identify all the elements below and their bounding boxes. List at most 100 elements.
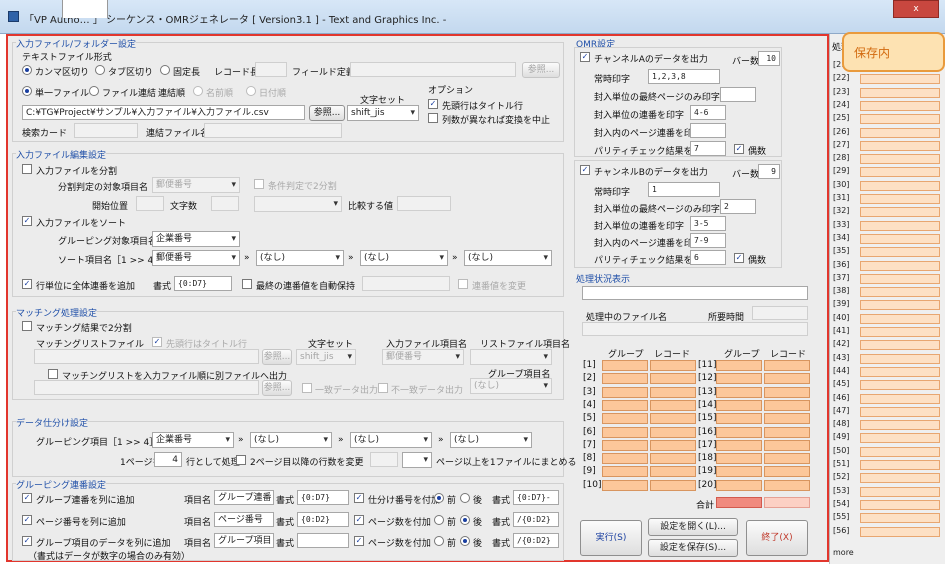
sort-key2-select[interactable]: (なし) <box>256 250 344 266</box>
add-page-count2-checkbox[interactable]: ✓ <box>354 536 364 546</box>
match-header-checkbox[interactable]: ✓ <box>152 337 162 347</box>
match-charset-select[interactable]: shift_jis <box>296 349 356 365</box>
front-radio-1[interactable] <box>434 493 444 503</box>
browse-input-button[interactable]: 参照... <box>309 105 345 121</box>
seq-value-input[interactable] <box>362 276 450 291</box>
tab-radio[interactable] <box>95 65 105 75</box>
autokeep-checkbox[interactable] <box>242 279 252 289</box>
compare-op-select[interactable] <box>254 196 342 212</box>
match-out-checkbox[interactable] <box>302 383 312 393</box>
browse-out-button[interactable]: 参照... <box>262 380 292 396</box>
b-parity-input[interactable]: 6 <box>690 250 726 265</box>
b-lastpage-input[interactable]: 2 <box>720 199 756 214</box>
seq-change-checkbox[interactable] <box>458 279 468 289</box>
page-count2-format-input[interactable]: /{0:D2} <box>513 533 559 548</box>
page-num-checkbox[interactable]: ✓ <box>22 515 32 525</box>
split-target-select[interactable]: 郵便番号 <box>152 177 240 193</box>
front-radio-2[interactable] <box>434 515 444 525</box>
b-pageseq-input[interactable]: 7-9 <box>690 233 726 248</box>
channel-b-checkbox[interactable]: ✓ <box>580 165 590 175</box>
page-num-name-input[interactable]: ページ番号 <box>214 512 274 527</box>
group-target-select[interactable]: 企業番号 <box>152 231 240 247</box>
seq-format-input[interactable]: {0:D7} <box>174 276 232 291</box>
search-card-input[interactable] <box>74 123 138 138</box>
a-always-input[interactable]: 1,2,3,8 <box>648 69 720 84</box>
a-even-checkbox[interactable]: ✓ <box>734 144 744 154</box>
cond-split-checkbox[interactable] <box>254 179 264 189</box>
name-order-radio[interactable] <box>193 86 203 96</box>
group-seq-checkbox[interactable]: ✓ <box>22 493 32 503</box>
channel-b-bars-input[interactable]: 9 <box>758 164 780 179</box>
match-split-checkbox[interactable] <box>22 321 32 331</box>
add-sort-num-checkbox[interactable]: ✓ <box>354 493 364 503</box>
page2-lines-input[interactable] <box>370 452 398 467</box>
b-even-checkbox[interactable]: ✓ <box>734 253 744 263</box>
channel-a-bars-input[interactable]: 10 <box>758 51 780 66</box>
concat-radio[interactable] <box>89 86 99 96</box>
match-input-item-select[interactable]: 郵便番号 <box>382 349 464 365</box>
fixed-radio[interactable] <box>160 65 170 75</box>
run-button[interactable]: 実行(S) <box>580 520 642 556</box>
charset-select[interactable]: shift_jis <box>347 105 419 121</box>
browse-list-button[interactable]: 参照... <box>262 349 292 365</box>
header-row-checkbox[interactable]: ✓ <box>428 99 438 109</box>
a-seq-input[interactable]: 4-6 <box>690 105 726 120</box>
group-data-checkbox[interactable]: ✓ <box>22 536 32 546</box>
sort-key1-select[interactable]: 郵便番号 <box>152 250 240 266</box>
group-seq-format-input[interactable]: {0:D7} <box>297 490 349 505</box>
sort-checkbox[interactable]: ✓ <box>22 216 32 226</box>
lines-per-page-input[interactable]: 4 <box>154 452 182 467</box>
sort-key3-select[interactable]: (なし) <box>360 250 448 266</box>
back-radio-1[interactable] <box>460 493 470 503</box>
split-checkbox[interactable] <box>22 164 32 174</box>
compare-input[interactable] <box>397 196 451 211</box>
single-file-radio[interactable] <box>22 86 32 96</box>
browse-fielddef-button[interactable]: 参照... <box>522 62 560 78</box>
out-file-input[interactable] <box>34 380 259 395</box>
seq-checkbox[interactable]: ✓ <box>22 279 32 289</box>
out-sep-checkbox[interactable] <box>48 369 58 379</box>
start-pos-input[interactable] <box>136 196 164 211</box>
group-item4-select[interactable]: (なし) <box>450 432 532 448</box>
page-count-format-input[interactable]: /{0:D2} <box>513 512 559 527</box>
concat-name-input[interactable] <box>204 123 342 138</box>
a-lastpage-input[interactable] <box>720 87 756 102</box>
save-settings-button[interactable]: 設定を保存(S)... <box>648 539 738 557</box>
a-parity-input[interactable]: 7 <box>690 141 726 156</box>
field-def-input[interactable] <box>350 62 516 77</box>
front-radio-3[interactable] <box>434 536 444 546</box>
a-pageseq-input[interactable] <box>690 123 726 138</box>
channel-a-checkbox[interactable]: ✓ <box>580 52 590 62</box>
date-order-radio[interactable] <box>246 86 256 96</box>
csv-radio[interactable] <box>22 65 32 75</box>
b-seq-input[interactable]: 3-5 <box>690 216 726 231</box>
group-item1-select[interactable]: 企業番号 <box>152 432 234 448</box>
page-num-format-input[interactable]: {0:D2} <box>297 512 349 527</box>
group-data-format-input[interactable] <box>297 533 349 548</box>
add-page-count-checkbox[interactable]: ✓ <box>354 515 364 525</box>
colcount-checkbox[interactable] <box>428 113 438 123</box>
match-list-item-select[interactable] <box>470 349 552 365</box>
right-row-label: [50] <box>833 445 850 455</box>
status-row-label-left: [2] <box>583 373 596 384</box>
group-item3-select[interactable]: (なし) <box>350 432 432 448</box>
sort-key4-select[interactable]: (なし) <box>464 250 552 266</box>
chars-input[interactable] <box>211 196 239 211</box>
close-button[interactable]: x <box>893 0 939 18</box>
match-group-item-select[interactable]: (なし) <box>470 378 552 394</box>
exit-button[interactable]: 終了(X) <box>746 520 808 556</box>
pages-select[interactable] <box>402 452 432 468</box>
group-item2-select[interactable]: (なし) <box>250 432 332 448</box>
sort-num-format-input[interactable]: {0:D7}- <box>513 490 559 505</box>
page2-checkbox[interactable] <box>236 455 246 465</box>
back-radio-3[interactable] <box>460 536 470 546</box>
input-path-field[interactable]: C:¥TG¥Project¥サンプル¥入力ファイル¥入力ファイル.csv <box>22 105 305 120</box>
b-always-input[interactable]: 1 <box>648 182 720 197</box>
record-length-input[interactable] <box>255 62 287 77</box>
nomatch-out-checkbox[interactable] <box>378 383 388 393</box>
open-settings-button[interactable]: 設定を開く(L)... <box>648 518 738 536</box>
group-data-name-input[interactable]: グループ項目 <box>214 533 274 548</box>
group-seq-name-input[interactable]: グループ連番 <box>214 490 274 505</box>
back-radio-2[interactable] <box>460 515 470 525</box>
list-file-input[interactable] <box>34 349 259 364</box>
